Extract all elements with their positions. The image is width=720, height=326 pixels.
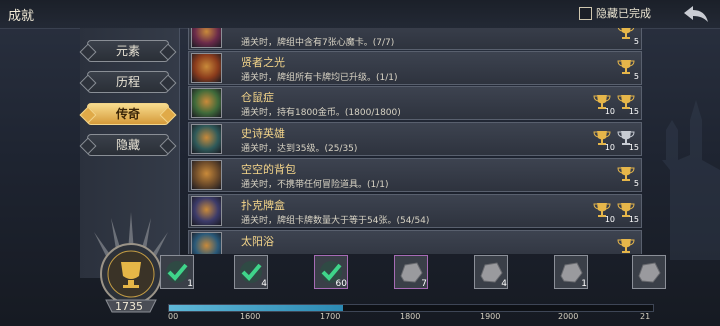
achievement-name: 贤者之光 (241, 56, 285, 69)
top-bar: 成就 隐藏已完成 (0, 0, 720, 29)
trophy-reward: 10 (591, 201, 615, 224)
reward-count: 15 (628, 143, 639, 152)
achievement-row[interactable]: 空空的背包 通关时，不携带任何冒险道具。(1/1) 5 (188, 158, 642, 192)
tab-elements[interactable]: 元素 (87, 40, 169, 62)
achievement-thumbnail (191, 232, 222, 254)
achievement-rewards: 5 (615, 165, 639, 188)
reward-count: 15 (628, 107, 639, 116)
achievement-rewards: 5 (615, 28, 639, 46)
achievement-desc: 通关时，牌组卡牌数量大于等于54张。(54/54) (241, 216, 430, 226)
trophy-total: 1735 (115, 300, 143, 313)
tab-label: 历程 (115, 75, 140, 89)
achievement-row[interactable]: 通关时，牌组中含有7张心魔卡。(7/7) 5 (188, 28, 642, 50)
trophy-icon (617, 167, 635, 181)
trophy-icon (617, 60, 635, 74)
tab-journey[interactable]: 历程 (87, 71, 169, 93)
milestone-reward[interactable]: 60 (314, 255, 348, 295)
tab-label: 传奇 (115, 107, 140, 121)
achievement-desc: 通关时，牌组中含有7张心魔卡。(7/7) (241, 38, 395, 48)
trophy-reward: 15 (615, 201, 639, 224)
achievement-desc: 通关时，持有1800金币。(1800/1800) (241, 108, 401, 118)
achievement-thumbnail (191, 88, 222, 118)
achievement-row[interactable]: 仓鼠症 通关时，持有1800金币。(1800/1800) 10 15 (188, 86, 642, 120)
achievement-name: 扑克牌盒 (241, 199, 285, 212)
reward-count: 10 (604, 107, 615, 116)
achievement-desc: 通关时，不携带任何冒险道具。(1/1) (241, 180, 389, 190)
trophy-icon (617, 239, 635, 253)
achievement-name: 史诗英雄 (241, 127, 285, 140)
milestone-count: 1 (581, 279, 587, 289)
reward-count: 5 (633, 179, 639, 188)
achievement-row[interactable]: 史诗英雄 通关时，达到35级。(25/35) 10 15 (188, 122, 642, 156)
tab-label: 元素 (115, 44, 140, 58)
achievement-row[interactable]: 太阳浴 (188, 230, 642, 254)
progress-tick: 1600 (240, 312, 261, 321)
achievement-thumbnail (191, 28, 222, 48)
achievement-desc: 通关时，牌组所有卡牌均已升级。(1/1) (241, 73, 398, 83)
trophy-reward: 10 (591, 129, 615, 152)
back-arrow-icon[interactable] (682, 4, 710, 24)
trophy-reward: 10 (591, 93, 615, 116)
reward-count: 5 (633, 37, 639, 46)
achievement-thumbnail (191, 196, 222, 226)
milestone-box (632, 255, 666, 289)
milestone-reward[interactable]: 7 (394, 255, 428, 295)
reward-count: 5 (633, 72, 639, 81)
hide-completed-checkbox[interactable] (579, 6, 592, 20)
milestone-count: 4 (501, 279, 507, 289)
achievement-thumbnail (191, 124, 222, 154)
reward-count: 10 (604, 215, 615, 224)
progress-fill (169, 305, 344, 311)
hide-completed-label: 隐藏已完成 (596, 7, 651, 20)
milestone-reward[interactable]: 4 (234, 255, 268, 295)
achievement-desc: 通关时，达到35级。(25/35) (241, 144, 358, 154)
milestone-reward[interactable]: 1 (160, 255, 194, 295)
reward-count: 15 (628, 215, 639, 224)
page-title: 成就 (8, 9, 35, 24)
milestone-count: 1 (187, 279, 193, 289)
achievement-name: 太阳浴 (241, 235, 274, 248)
progress-tick: 21 (640, 312, 651, 321)
achievement-name: 仓鼠症 (241, 91, 274, 104)
achievement-thumbnail (191, 160, 222, 190)
trophy-reward: 15 (615, 93, 639, 116)
trophy-icon (617, 28, 635, 39)
progress-tick: 1700 (320, 312, 341, 321)
tab-label: 隐藏 (115, 138, 140, 152)
trophy-reward: 5 (615, 28, 639, 46)
progress-tick: 2000 (558, 312, 579, 321)
milestone-count: 7 (421, 279, 427, 289)
reward-progress-bar (168, 304, 654, 312)
achievement-rewards: 10 15 (591, 201, 639, 224)
trophy-reward (615, 237, 637, 254)
milestone-count: 4 (261, 279, 267, 289)
trophy-reward: 15 (615, 129, 639, 152)
achievement-rewards (615, 237, 637, 254)
progress-tick: 1900 (480, 312, 501, 321)
progress-tick: 1800 (400, 312, 421, 321)
stone-icon (638, 262, 661, 283)
milestone-reward[interactable]: 1 (554, 255, 588, 295)
hide-completed-toggle[interactable]: 隐藏已完成 (579, 5, 651, 21)
achievement-thumbnail (191, 53, 222, 83)
milestone-reward[interactable] (632, 255, 666, 295)
trophy-reward: 5 (615, 165, 639, 188)
achievement-row[interactable]: 扑克牌盒 通关时，牌组卡牌数量大于等于54张。(54/54) 10 15 (188, 194, 642, 228)
milestone-count: 60 (335, 279, 347, 289)
tab-hidden[interactable]: 隐藏 (87, 134, 169, 156)
milestone-reward[interactable]: 4 (474, 255, 508, 295)
achievement-rewards: 5 (615, 58, 639, 81)
progress-tick: 00 (168, 312, 179, 321)
trophy-reward: 5 (615, 58, 639, 81)
achievement-rewards: 10 15 (591, 129, 639, 152)
achievement-name: 空空的背包 (241, 163, 296, 176)
reward-count: 10 (604, 143, 615, 152)
achievement-rewards: 10 15 (591, 93, 639, 116)
achievement-row[interactable]: 贤者之光 通关时，牌组所有卡牌均已升级。(1/1) 5 (188, 51, 642, 85)
tab-legend[interactable]: 传奇 (87, 103, 169, 125)
achievement-list[interactable]: 通关时，牌组中含有7张心魔卡。(7/7) 5 贤者之光 通关时，牌组所有卡牌均已… (188, 28, 642, 254)
